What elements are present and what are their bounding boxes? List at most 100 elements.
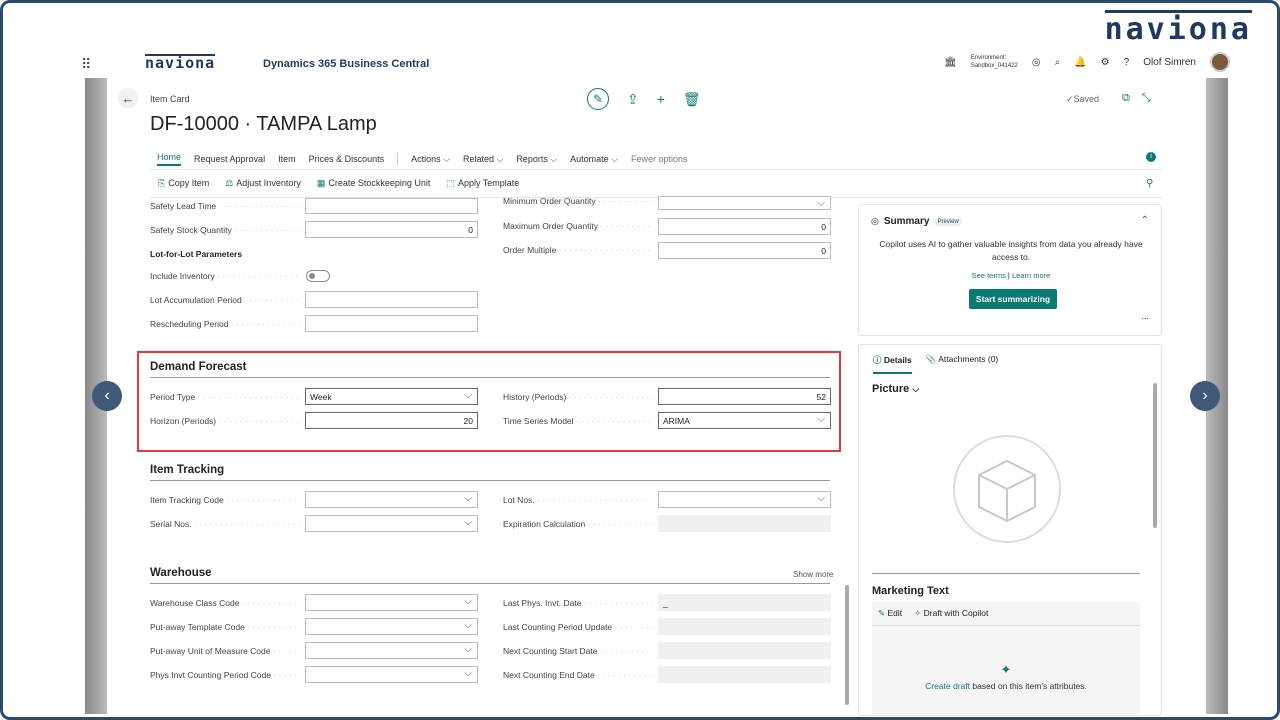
share-icon[interactable]: ⇪	[627, 91, 639, 108]
previous-record-button[interactable]: ‹	[92, 381, 122, 411]
menu-item[interactable]: Item	[278, 154, 296, 164]
safety-stock-input[interactable]: 0	[305, 221, 478, 238]
next-counting-start-input[interactable]	[658, 642, 831, 659]
putaway-template-select[interactable]	[305, 618, 478, 635]
template-icon: ⬚	[446, 178, 455, 188]
bell-icon[interactable]: 🔔	[1074, 57, 1086, 68]
rescheduling-input[interactable]	[305, 315, 478, 332]
period-type-select[interactable]: Week	[305, 388, 478, 405]
draft-copilot-button[interactable]: ✧ Draft with Copilot	[914, 608, 988, 619]
menu-automate[interactable]: Automate ⌵	[570, 154, 618, 165]
scrollbar-thumb[interactable]	[845, 585, 849, 705]
avatar[interactable]	[1210, 52, 1230, 72]
lot-nos-row: Lot Nos.	[503, 490, 653, 510]
last-phys-invt-label: Last Phys. Invt. Date	[503, 598, 653, 608]
form-scrollbar[interactable]	[845, 205, 850, 713]
menu-reports[interactable]: Reports ⌵	[516, 154, 557, 165]
user-name[interactable]: Olof Simren	[1143, 57, 1196, 68]
maximum-order-label: Maximum Order Quantity	[503, 221, 653, 231]
lot-accumulation-label: Lot Accumulation Period	[150, 295, 300, 305]
menu-actions[interactable]: Actions ⌵	[411, 154, 450, 165]
summary-text: Copilot uses AI to gather valuable insig…	[879, 239, 1143, 262]
menu-request-approval[interactable]: Request Approval	[194, 154, 265, 164]
period-type-row: Period Type	[150, 387, 300, 407]
last-counting-input[interactable]	[658, 618, 831, 635]
maximum-order-input[interactable]: 0	[658, 218, 831, 235]
order-multiple-input[interactable]: 0	[658, 242, 831, 259]
help-icon[interactable]: ?	[1124, 57, 1130, 68]
next-counting-end-input[interactable]	[658, 666, 831, 683]
tab-details[interactable]: ⓘ Details	[873, 354, 912, 374]
collapse-icon[interactable]: ⤡	[1142, 92, 1151, 105]
environment-info[interactable]: Environment: Sandbox_041422	[971, 54, 1018, 70]
model-select[interactable]: ARIMA	[658, 412, 831, 429]
expiration-label: Expiration Calculation	[503, 519, 653, 529]
info-circle-icon: ⓘ	[873, 355, 882, 365]
include-inventory-toggle[interactable]	[306, 270, 330, 282]
sku-icon: ▦	[316, 178, 326, 188]
menu-fewer-options[interactable]: Fewer options	[631, 154, 688, 164]
gear-icon[interactable]: ⚙	[1101, 57, 1110, 68]
create-draft-link[interactable]: Create draft	[925, 681, 970, 691]
next-record-button[interactable]: ›	[1190, 381, 1220, 411]
picture-placeholder[interactable]	[953, 435, 1061, 543]
horizon-label: Horizon (Periods)	[150, 416, 300, 426]
last-phys-invt-input[interactable]: _	[658, 594, 831, 611]
lot-accumulation-input[interactable]	[305, 291, 478, 308]
more-options-icon[interactable]: ...	[1141, 311, 1149, 321]
edit-marketing-button[interactable]: ✎ Edit	[878, 608, 902, 619]
menu-home[interactable]: Home	[157, 152, 182, 166]
naviona-brand-logo: naviona	[1104, 10, 1253, 47]
picture-heading[interactable]: Picture ⌵	[872, 383, 919, 395]
copilot-icon[interactable]: ◎	[1032, 57, 1041, 68]
add-icon[interactable]: +	[657, 91, 665, 107]
safety-lead-time-input[interactable]	[305, 198, 478, 214]
lot-for-lot-label: Lot-for-Lot Parameters	[150, 249, 243, 259]
search-icon[interactable]: ⌕	[1055, 57, 1061, 68]
app-launcher-icon[interactable]: ⠿	[81, 56, 91, 73]
model-row: Time Series Model	[503, 411, 653, 431]
create-sku-button[interactable]: ▦ Create Stockkeeping Unit	[317, 178, 431, 189]
lot-nos-select[interactable]	[658, 491, 831, 508]
tracking-code-row: Item Tracking Code	[150, 490, 300, 510]
pin-icon[interactable]: ⚲	[1146, 178, 1153, 189]
start-summarizing-button[interactable]: Start summarizing	[969, 289, 1057, 309]
back-button[interactable]: ←	[118, 88, 138, 108]
open-new-window-icon[interactable]: ⧉	[1122, 92, 1130, 105]
copy-item-button[interactable]: ⎘ Copy Item	[158, 178, 209, 189]
edit-button[interactable]: ✎	[587, 88, 609, 110]
apply-template-button[interactable]: ⬚ Apply Template	[446, 178, 519, 189]
copy-icon: ⎘	[158, 178, 166, 188]
see-terms-link[interactable]: See terms	[972, 271, 1006, 280]
history-input[interactable]: 52	[658, 388, 831, 405]
create-draft-rest: based on this item's attributes.	[969, 681, 1087, 691]
serial-nos-select[interactable]	[305, 515, 478, 532]
tracking-code-select[interactable]	[305, 491, 478, 508]
chevron-right-icon: ›	[1202, 387, 1208, 404]
learn-more-link[interactable]: Learn more	[1012, 271, 1050, 280]
putaway-uom-select[interactable]	[305, 642, 478, 659]
tab-attachments[interactable]: 📎 Attachments (0)	[926, 354, 999, 374]
minimum-order-input[interactable]	[658, 196, 831, 210]
phys-invt-period-select[interactable]	[305, 666, 478, 683]
info-icon[interactable]: i	[1146, 152, 1156, 162]
app-name[interactable]: Dynamics 365 Business Central	[263, 58, 429, 70]
include-inventory-row: Include Inventory	[150, 266, 300, 286]
safety-stock-label: Safety Stock Quantity	[150, 225, 300, 235]
warehouse-title: Warehouse	[150, 567, 212, 579]
marketing-text-area[interactable]: ✦ Create draft based on this item's attr…	[872, 626, 1140, 714]
delete-icon[interactable]: 🗑	[683, 91, 701, 108]
warehouse-class-select[interactable]	[305, 594, 478, 611]
expiration-input[interactable]	[658, 515, 831, 532]
adjust-inventory-button[interactable]: ⚖ Adjust Inventory	[225, 178, 301, 189]
horizon-input[interactable]: 20	[305, 412, 478, 429]
menu-related[interactable]: Related ⌵	[463, 154, 503, 165]
factbox-scrollbar[interactable]	[1153, 383, 1157, 528]
picture-label: Picture	[872, 383, 910, 395]
collapse-icon[interactable]: ⌃	[1141, 215, 1149, 226]
lot-accumulation-row: Lot Accumulation Period	[150, 290, 300, 310]
menu-prices-discounts[interactable]: Prices & Discounts	[309, 154, 385, 164]
next-counting-start-label: Next Counting Start Date	[503, 646, 653, 656]
inventory-icon: ⚖	[225, 178, 234, 188]
show-more-link[interactable]: Show more	[793, 570, 833, 579]
